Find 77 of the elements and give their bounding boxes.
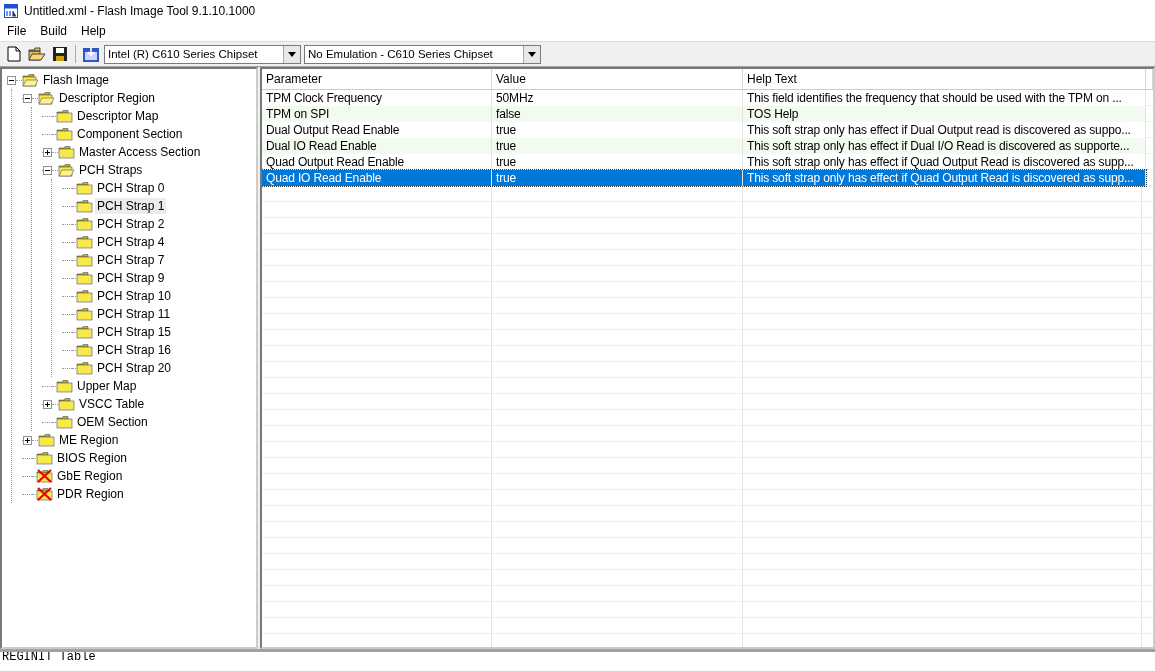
open-folder-icon[interactable] [27,44,47,64]
folder-icon [76,343,93,357]
tree-item[interactable]: PCH Strap 7 [95,252,167,268]
table-row[interactable]: TPM on SPI false TOS Help [262,106,1146,122]
expand-icon[interactable] [43,147,52,157]
menu-item[interactable]: File [0,24,34,38]
tree-item[interactable]: PCH Strap 10 [95,288,174,304]
table-row[interactable]: Dual Output Read Enable true This soft strap only has effect if Dual Output read is discovered as suppo... [262,122,1146,138]
collapse-icon[interactable] [7,75,16,85]
tree-item[interactable]: Descriptor Region [57,90,158,106]
tree-item[interactable]: GbE Region [55,468,125,484]
tree-item[interactable]: PDR Region [55,486,126,502]
menu-item[interactable]: Build [33,24,75,38]
tree-item[interactable]: PCH Strap 0 [95,180,167,196]
table-cell: true [492,170,743,186]
build-icon[interactable] [81,44,101,64]
table-row[interactable]: Quad IO Read Enable true This soft strap only has effect if Quad Output Read is discovered as supp... [262,170,1146,186]
app-icon [4,3,18,18]
folder-icon [76,289,93,303]
folder-icon [56,127,73,141]
folder-icon [56,415,73,429]
tree-item[interactable]: ME Region [57,432,121,448]
folder-icon [76,181,93,195]
folder-icon [76,307,93,321]
folder-icon [58,145,75,159]
tree-item[interactable]: PCH Straps [77,162,145,178]
window-title: Untitled.xml - Flash Image Tool 9.1.10.1000 [24,3,256,18]
tree-item[interactable]: Upper Map [75,378,139,394]
tree-item[interactable]: OEM Section [75,414,150,430]
dropdown-arrow-icon[interactable] [528,51,536,57]
folder-icon [38,433,55,447]
folder-icon [76,217,93,231]
folder-icon [76,253,93,267]
table-cell: Quad IO Read Enable [262,170,492,186]
tree-item[interactable]: PCH Strap 4 [95,234,167,250]
open-folder-icon [38,91,55,105]
tree-item[interactable]: Descriptor Map [75,108,161,124]
tree-item[interactable]: PCH Strap 11 [95,306,173,322]
table-cell: This soft strap only has effect if Quad Output Read is discovered as supp... [743,170,1146,186]
folder-icon [36,451,53,465]
tree-item[interactable]: PCH Strap 9 [95,270,167,286]
folder-icon [56,109,73,123]
emulation-dropdown[interactable]: No Emulation - C610 Series Chipset [304,44,541,64]
expand-icon[interactable] [23,435,32,445]
save-icon[interactable] [50,44,70,64]
table-row[interactable]: Quad Output Read Enable true This soft strap only has effect if Quad Output Read is discovered as supp... [262,154,1146,170]
tree-item[interactable]: VSCC Table [77,396,147,412]
menu-item[interactable]: Help [74,24,113,38]
tree-item[interactable]: PCH Strap 2 [95,216,167,232]
collapse-icon[interactable] [43,165,52,175]
tree-item[interactable]: PCH Strap 16 [95,342,174,358]
folder-icon [76,361,93,375]
folder-icon [58,397,75,411]
tree-item[interactable]: Component Section [75,126,185,142]
tree-item[interactable]: PCH Strap 20 [95,360,174,376]
folder-error-icon [36,469,53,483]
expand-icon[interactable] [43,399,52,409]
tree-item[interactable]: PCH Strap 15 [95,324,174,340]
folder-icon [76,325,93,339]
dropdown-arrow-icon[interactable] [288,51,296,57]
collapse-icon[interactable] [23,93,32,103]
folder-icon [76,271,93,285]
folder-icon [76,235,93,249]
folder-icon [56,379,73,393]
log-line: REGINIT Table [1,652,97,663]
table-row[interactable]: Dual IO Read Enable true This soft strap only has effect if Dual I/O Read is discovered as supporte... [262,138,1146,154]
chipset-dropdown[interactable]: Intel (R) C610 Series Chipset [104,44,301,64]
tree-item[interactable]: PCH Strap 1 [95,198,167,214]
tree-item[interactable]: BIOS Region [55,450,130,466]
open-folder-icon [22,73,39,87]
folder-error-icon [36,487,53,501]
tree-item[interactable]: Flash Image [41,72,112,88]
tree-item[interactable]: Master Access Section [77,144,203,160]
open-folder-icon [58,163,75,177]
folder-icon [76,199,93,213]
new-file-icon[interactable] [4,44,24,64]
table-row[interactable]: TPM Clock Frequency 50MHz This field identifies the frequency that should be used with the TPM on ... [262,90,1146,106]
